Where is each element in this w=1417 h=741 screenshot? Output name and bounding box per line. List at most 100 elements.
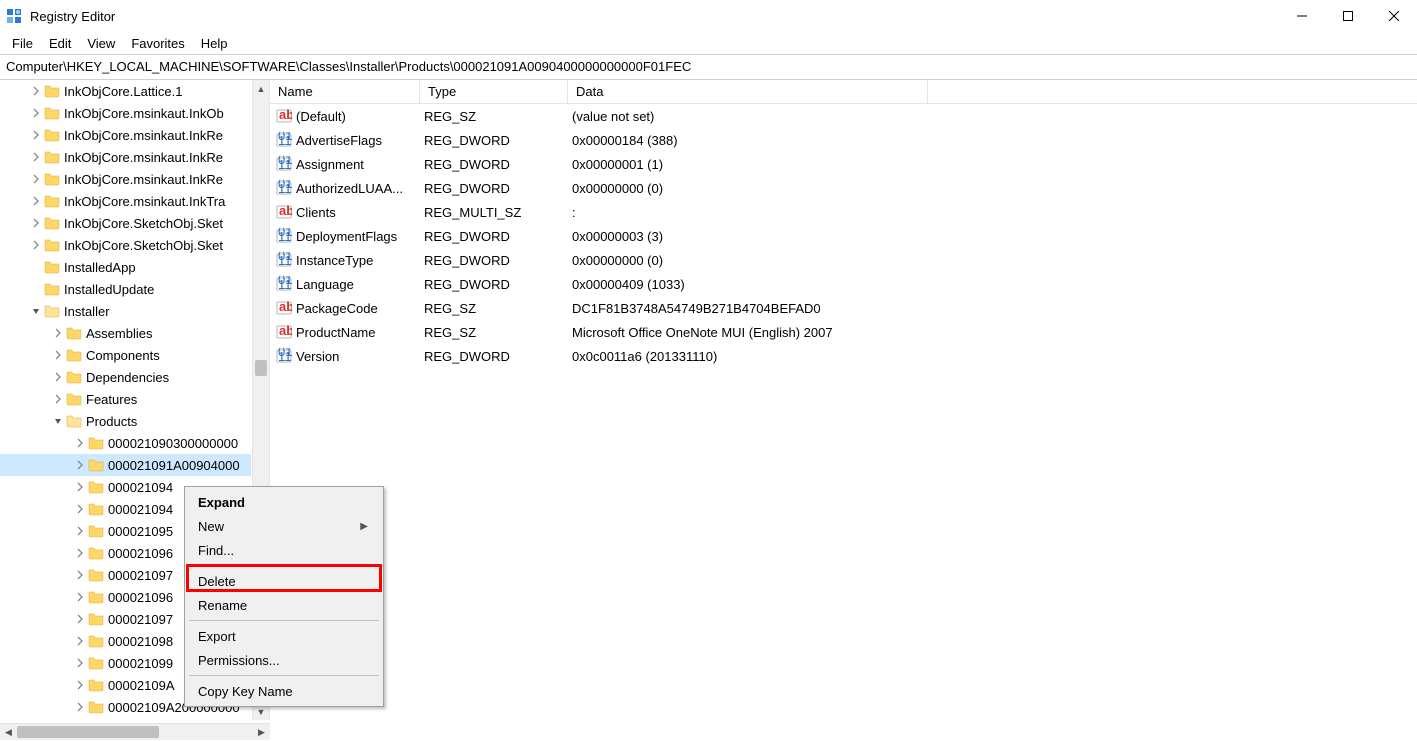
value-row[interactable]: ab(Default)REG_SZ(value not set) (270, 104, 1417, 128)
folder-icon (88, 589, 104, 605)
folder-icon (44, 149, 60, 165)
tree-item[interactable]: InkObjCore.SketchObj.Sket (0, 234, 251, 256)
menu-help[interactable]: Help (193, 34, 236, 52)
context-menu-item-rename[interactable]: Rename (188, 593, 380, 617)
chevron-right-icon[interactable] (72, 611, 88, 627)
value-row[interactable]: 011110DeploymentFlagsREG_DWORD0x00000003… (270, 224, 1417, 248)
tree-item-label: Products (86, 414, 137, 429)
tree-item[interactable]: InstalledUpdate (0, 278, 251, 300)
chevron-right-icon[interactable] (72, 435, 88, 451)
value-row[interactable]: 011110AssignmentREG_DWORD0x00000001 (1) (270, 152, 1417, 176)
chevron-right-icon[interactable] (28, 149, 44, 165)
scroll-right-button[interactable]: ▶ (253, 724, 270, 741)
chevron-right-icon[interactable] (72, 479, 88, 495)
chevron-right-icon[interactable] (50, 325, 66, 341)
tree-item-label: 000021097 (108, 568, 173, 583)
menu-item-label: New (198, 519, 360, 534)
regedit-icon (6, 8, 22, 24)
chevron-down-icon[interactable] (28, 303, 44, 319)
tree-item[interactable]: 000021091A00904000 (0, 454, 251, 476)
folder-icon (44, 171, 60, 187)
tree-item[interactable]: InkObjCore.msinkaut.InkRe (0, 124, 251, 146)
menu-item-label: Copy Key Name (198, 684, 368, 699)
chevron-right-icon[interactable] (72, 633, 88, 649)
tree-hscrollbar[interactable]: ◀ ▶ (0, 723, 270, 740)
chevron-right-icon[interactable] (72, 589, 88, 605)
tree-item[interactable]: Features (0, 388, 251, 410)
chevron-none (28, 281, 44, 297)
tree-item[interactable]: InkObjCore.msinkaut.InkOb (0, 102, 251, 124)
tree-item[interactable]: Installer (0, 300, 251, 322)
tree-item[interactable]: Components (0, 344, 251, 366)
context-menu-item-expand[interactable]: Expand (188, 490, 380, 514)
chevron-right-icon[interactable] (50, 391, 66, 407)
value-type: REG_SZ (420, 325, 568, 340)
tree-item[interactable]: InkObjCore.Lattice.1 (0, 80, 251, 102)
value-row[interactable]: abProductNameREG_SZMicrosoft Office OneN… (270, 320, 1417, 344)
chevron-right-icon[interactable] (50, 369, 66, 385)
value-row[interactable]: abPackageCodeREG_SZDC1F81B3748A54749B271… (270, 296, 1417, 320)
col-header-name[interactable]: Name (270, 80, 420, 103)
tree-item-label: Assemblies (86, 326, 152, 341)
col-header-data[interactable]: Data (568, 80, 928, 103)
tree-item[interactable]: 000021090300000000 (0, 432, 251, 454)
maximize-button[interactable] (1325, 0, 1371, 32)
chevron-right-icon[interactable] (28, 171, 44, 187)
tree-item[interactable]: InkObjCore.msinkaut.InkRe (0, 168, 251, 190)
col-header-type[interactable]: Type (420, 80, 568, 103)
chevron-down-icon[interactable] (50, 413, 66, 429)
tree-item[interactable]: InkObjCore.msinkaut.InkRe (0, 146, 251, 168)
chevron-right-icon[interactable] (72, 501, 88, 517)
menu-file[interactable]: File (4, 34, 41, 52)
context-menu-item-delete[interactable]: Delete (188, 569, 380, 593)
tree-item[interactable]: InkObjCore.msinkaut.InkTra (0, 190, 251, 212)
scroll-left-button[interactable]: ◀ (0, 724, 17, 741)
chevron-right-icon[interactable] (28, 193, 44, 209)
value-row[interactable]: 011110AdvertiseFlagsREG_DWORD0x00000184 … (270, 128, 1417, 152)
folder-icon (66, 369, 82, 385)
chevron-right-icon[interactable] (72, 457, 88, 473)
chevron-right-icon[interactable] (50, 347, 66, 363)
context-menu-item-export[interactable]: Export (188, 624, 380, 648)
chevron-right-icon[interactable] (72, 545, 88, 561)
close-button[interactable] (1371, 0, 1417, 32)
svg-text:110: 110 (278, 157, 292, 172)
chevron-right-icon[interactable] (28, 105, 44, 121)
value-name: Language (296, 277, 354, 292)
value-row[interactable]: 011110AuthorizedLUAA...REG_DWORD0x000000… (270, 176, 1417, 200)
context-menu-item-copy-key-name[interactable]: Copy Key Name (188, 679, 380, 703)
tree-item[interactable]: Products (0, 410, 251, 432)
chevron-right-icon[interactable] (72, 677, 88, 693)
chevron-right-icon[interactable] (72, 699, 88, 715)
menu-edit[interactable]: Edit (41, 34, 79, 52)
context-menu-item-new[interactable]: New▶ (188, 514, 380, 538)
address-bar[interactable]: Computer\HKEY_LOCAL_MACHINE\SOFTWARE\Cla… (0, 54, 1417, 80)
value-row[interactable]: abClientsREG_MULTI_SZ: (270, 200, 1417, 224)
scroll-thumb[interactable] (255, 360, 267, 376)
tree-item-label: InkObjCore.msinkaut.InkOb (64, 106, 224, 121)
value-row[interactable]: 011110LanguageREG_DWORD0x00000409 (1033) (270, 272, 1417, 296)
svg-text:110: 110 (278, 253, 292, 268)
menu-favorites[interactable]: Favorites (123, 34, 192, 52)
chevron-right-icon[interactable] (28, 83, 44, 99)
tree-item[interactable]: Dependencies (0, 366, 251, 388)
value-row[interactable]: 011110InstanceTypeREG_DWORD0x00000000 (0… (270, 248, 1417, 272)
tree-item-label: 000021097 (108, 612, 173, 627)
chevron-right-icon[interactable] (28, 127, 44, 143)
tree-item[interactable]: InkObjCore.SketchObj.Sket (0, 212, 251, 234)
context-menu-item-find[interactable]: Find... (188, 538, 380, 562)
tree-item[interactable]: InstalledApp (0, 256, 251, 278)
scroll-up-button[interactable]: ▲ (253, 80, 269, 97)
menu-view[interactable]: View (79, 34, 123, 52)
value-row[interactable]: 011110VersionREG_DWORD0x0c0011a6 (201331… (270, 344, 1417, 368)
folder-icon (88, 633, 104, 649)
chevron-right-icon[interactable] (72, 567, 88, 583)
chevron-right-icon[interactable] (72, 655, 88, 671)
minimize-button[interactable] (1279, 0, 1325, 32)
context-menu-item-permissions[interactable]: Permissions... (188, 648, 380, 672)
tree-item[interactable]: Assemblies (0, 322, 251, 344)
chevron-right-icon[interactable] (72, 523, 88, 539)
tree-item-label: 00002109A (108, 678, 175, 693)
chevron-right-icon[interactable] (28, 237, 44, 253)
chevron-right-icon[interactable] (28, 215, 44, 231)
